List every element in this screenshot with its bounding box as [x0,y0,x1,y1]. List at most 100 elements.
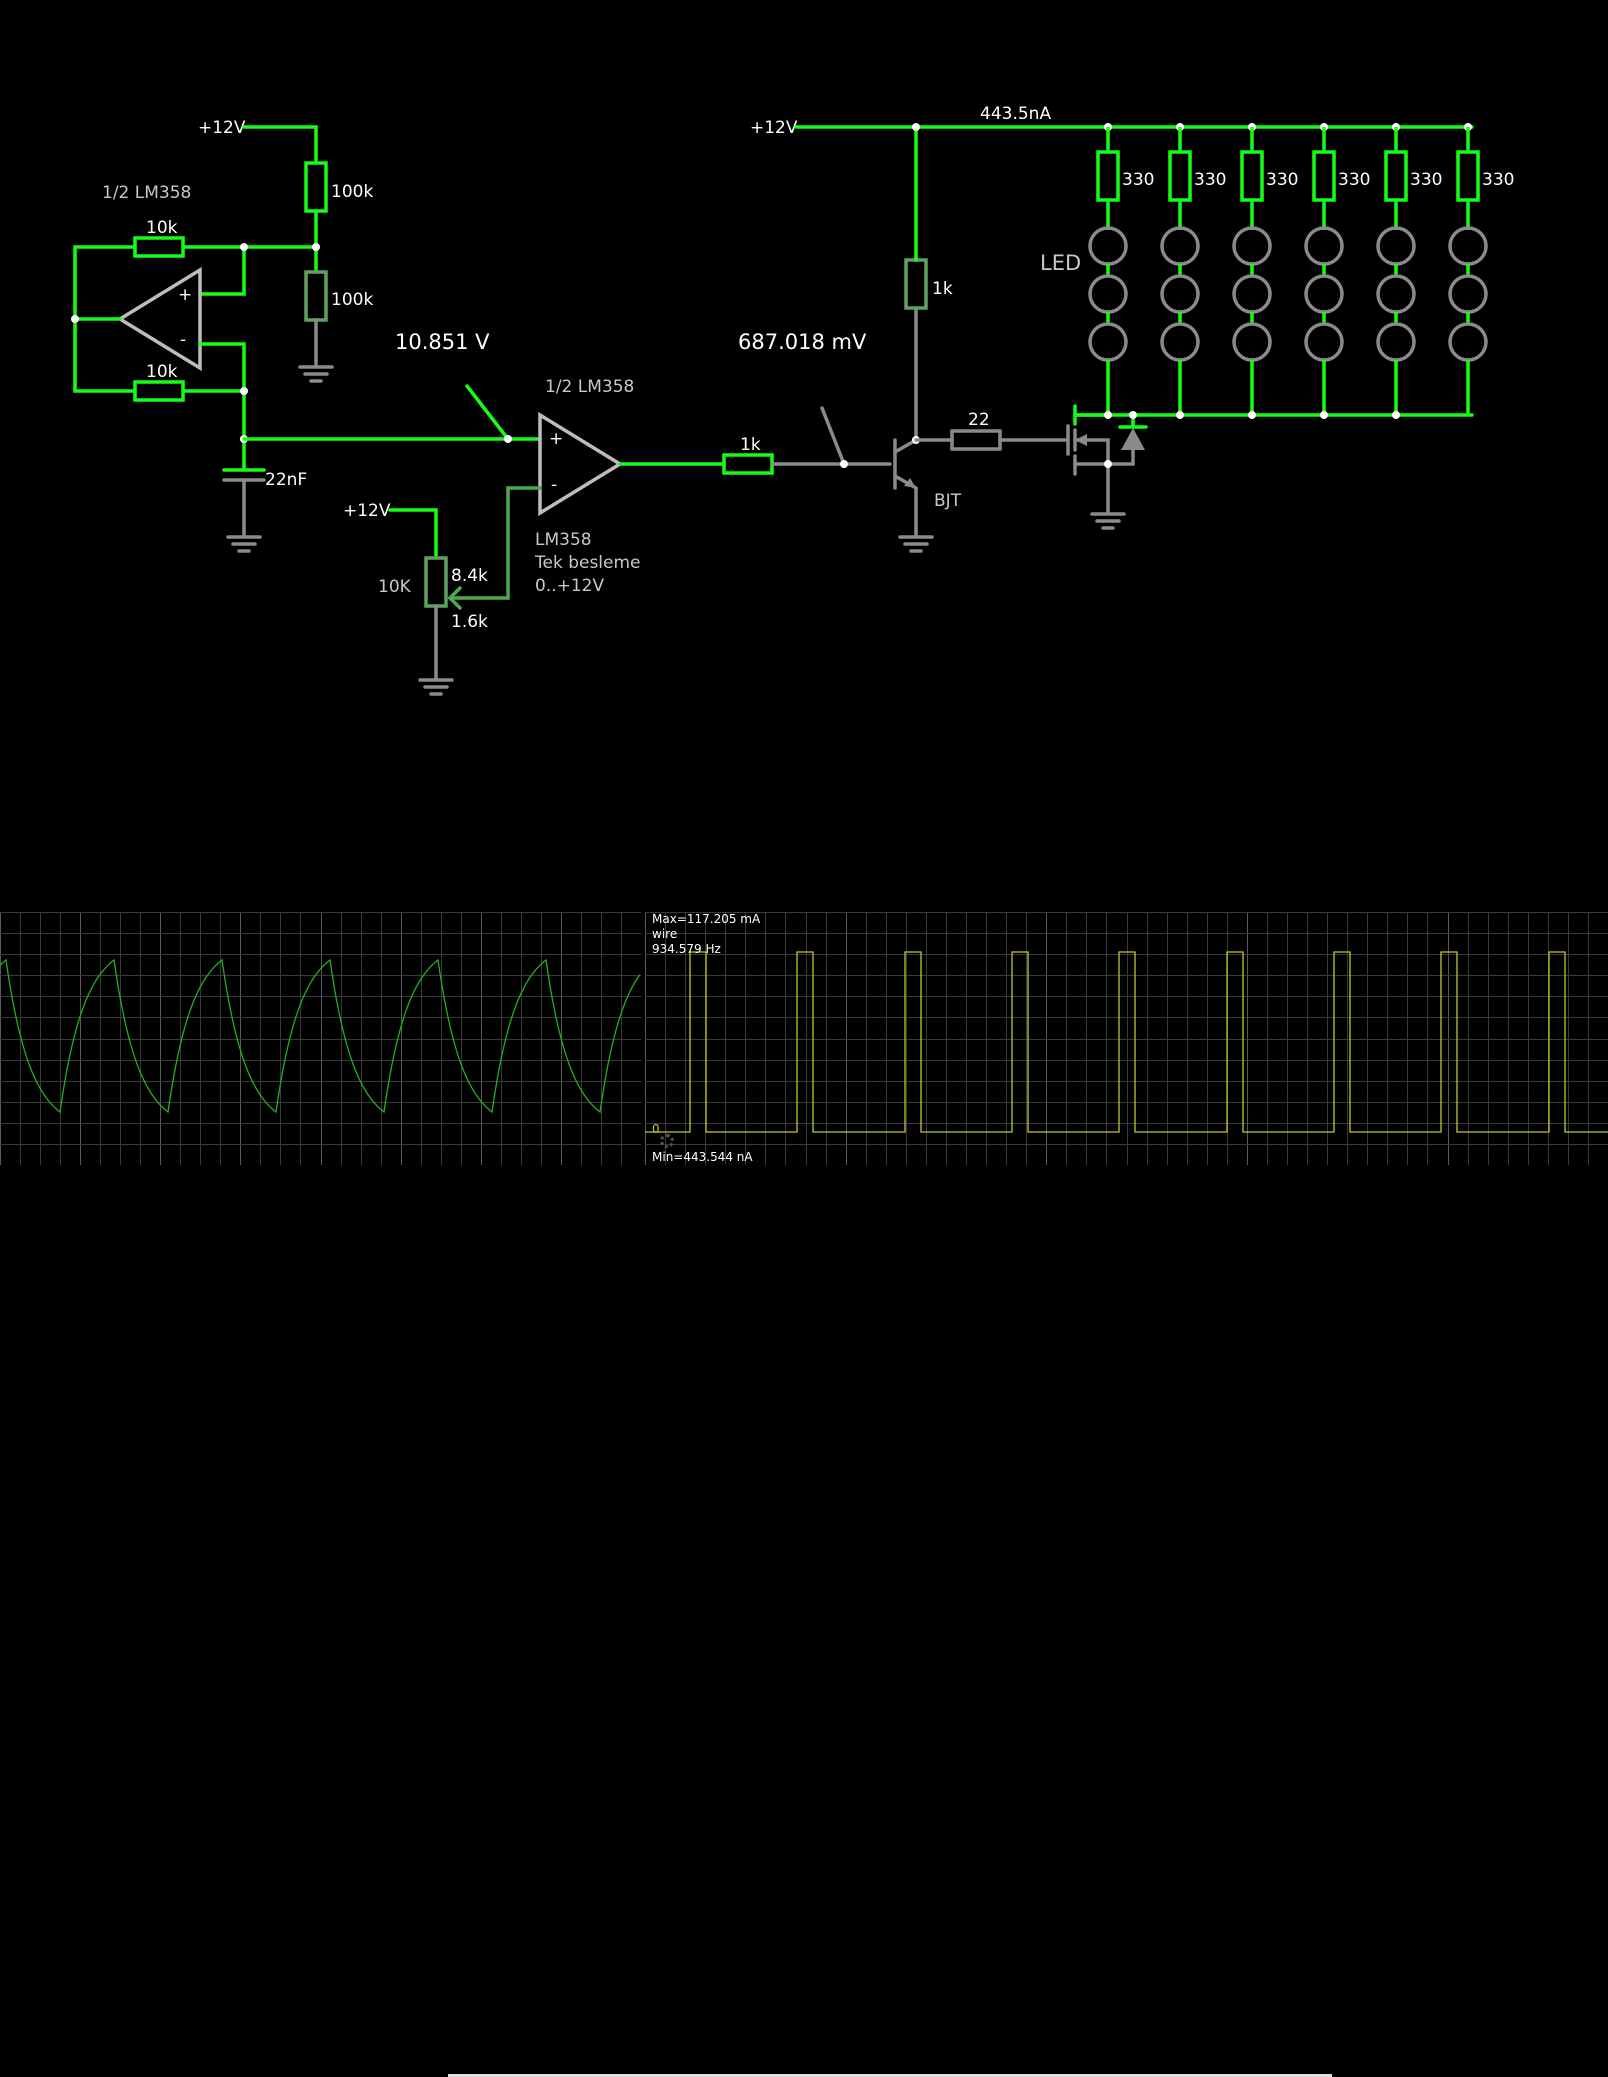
osc-left-wire-top[interactable] [73,245,137,321]
osc-plus-sign: + [178,285,192,305]
circuit-canvas[interactable]: +12V 100k 100k 1/2 LM358 10k + - 10k 22n… [0,0,1608,900]
led-resistor[interactable] [1456,150,1480,202]
ground-symbol-5 [1090,512,1126,530]
scope-right[interactable]: Max=117.205 mA wire 934.579 Hz 0 Min=443… [645,912,1608,1165]
scope-settings-gear-icon[interactable] [660,1134,674,1148]
supply-label-3: +12V [750,118,798,138]
gate-resistor[interactable] [950,429,1002,451]
led-icon[interactable] [1088,274,1128,314]
probe-left-value: 10.851 V [395,330,490,354]
node [840,460,848,468]
osc-plus-wire[interactable] [198,245,246,296]
scope-panel[interactable]: Max=117.205 mA wire 934.579 Hz 0 Min=443… [0,912,1608,2077]
led-column[interactable]: 330 [1088,123,1154,419]
osc-resistor-bottom[interactable] [133,380,185,402]
led-icon[interactable] [1232,226,1272,266]
rail-current-label: 443.5nA [980,104,1051,124]
pot-bottom-label: 1.6k [451,612,488,632]
pot-supply-wire[interactable] [388,508,438,560]
led-resistor-label: 330 [1122,170,1154,190]
ground-symbol-3 [418,678,454,696]
osc-r-top-label: 10k [146,218,178,238]
led-icon[interactable] [1376,322,1416,362]
divider-bottom-label: 100k [331,290,373,310]
scope-left-trace [0,958,641,1114]
divider-resistor-top[interactable] [304,161,328,213]
led-icon[interactable] [1376,274,1416,314]
node [1104,460,1112,468]
led-icon[interactable] [1448,322,1488,362]
led-icon[interactable] [1232,322,1272,362]
led-icon[interactable] [1160,226,1200,266]
node [240,387,248,395]
led-icon[interactable] [1448,226,1488,266]
potentiometer[interactable] [424,556,448,608]
scope-zero-label: 0 [652,1122,660,1136]
base-resistor[interactable] [722,453,774,475]
collector-resistor-label: 1k [932,279,953,299]
driver-section[interactable]: 1k 687.018 mV BJT 1k 22 [722,125,1148,553]
led-column[interactable]: 330 [1376,123,1442,419]
scope-min-label: Min=443.544 nA [652,1150,753,1164]
led-column[interactable]: 330 [1448,123,1514,415]
led-resistor[interactable] [1240,150,1264,202]
node [1392,411,1400,419]
base-resistor-label: 1k [740,435,761,455]
node [1320,411,1328,419]
supply-label-1: +12V [198,118,246,138]
led-icon[interactable] [1376,226,1416,266]
ground-symbol-1 [298,365,334,383]
node [504,435,512,443]
mosfet-source-link [1073,438,1110,466]
led-icon[interactable] [1232,274,1272,314]
comparator-section[interactable]: 10.851 V 1/2 LM358 + - LM358 Tek besleme… [242,330,726,696]
node [240,243,248,251]
comparator-note-3: 0..+12V [535,576,604,596]
mosfet-arrow [1075,434,1087,446]
probe-right-value: 687.018 mV [738,330,867,354]
led-column[interactable]: 330 [1232,123,1298,419]
led-icon[interactable] [1088,226,1128,266]
osc-left-wire-bottom[interactable] [73,317,137,393]
body-diode [1121,428,1145,450]
transistor-label: BJT [934,491,962,511]
led-resistor[interactable] [1312,150,1336,202]
scope-left[interactable] [0,912,641,1165]
led-icon[interactable] [1160,322,1200,362]
scope-right-plot [645,912,1608,1165]
led-column[interactable]: 330 [1304,123,1370,419]
probe-left[interactable] [465,384,510,441]
led-icon[interactable] [1160,274,1200,314]
scope-freq-label: 934.579 Hz [652,942,721,956]
led-resistor[interactable] [1096,150,1120,202]
ground-symbol-4 [898,535,934,553]
comparator-note-1: LM358 [535,530,592,550]
led-resistor-label: 330 [1338,170,1370,190]
led-icon[interactable] [1304,322,1344,362]
led-resistor-label: 330 [1410,170,1442,190]
led-icon[interactable] [1304,274,1344,314]
oscillator-opamp-label: 1/2 LM358 [102,183,191,203]
led-icon[interactable] [1304,226,1344,266]
osc-resistor-top[interactable] [133,236,185,258]
divider-resistor-bottom[interactable] [304,270,328,322]
divider-top-label: 100k [331,182,373,202]
scope-name-label: wire [652,927,678,941]
led-array[interactable]: +12V 443.5nA LED 330 330 330 330 330 330 [750,104,1514,419]
comp-plus-sign: + [549,429,563,449]
collector-resistor[interactable] [904,258,928,310]
led-icon[interactable] [1088,322,1128,362]
led-icon[interactable] [1448,274,1488,314]
led-resistor[interactable] [1168,150,1192,202]
supply-wire-1[interactable] [242,125,318,162]
node [1176,411,1184,419]
node [912,123,920,131]
osc-r-bottom-label: 10k [146,362,178,382]
led-resistor-label: 330 [1266,170,1298,190]
node [1104,411,1112,419]
led-column[interactable]: 330 [1160,123,1226,419]
supply-label-2: +12V [343,501,391,521]
probe-right[interactable] [820,406,846,466]
oscillator-section[interactable]: +12V 100k 100k 1/2 LM358 10k + - 10k 22n… [71,118,373,553]
led-resistor[interactable] [1384,150,1408,202]
